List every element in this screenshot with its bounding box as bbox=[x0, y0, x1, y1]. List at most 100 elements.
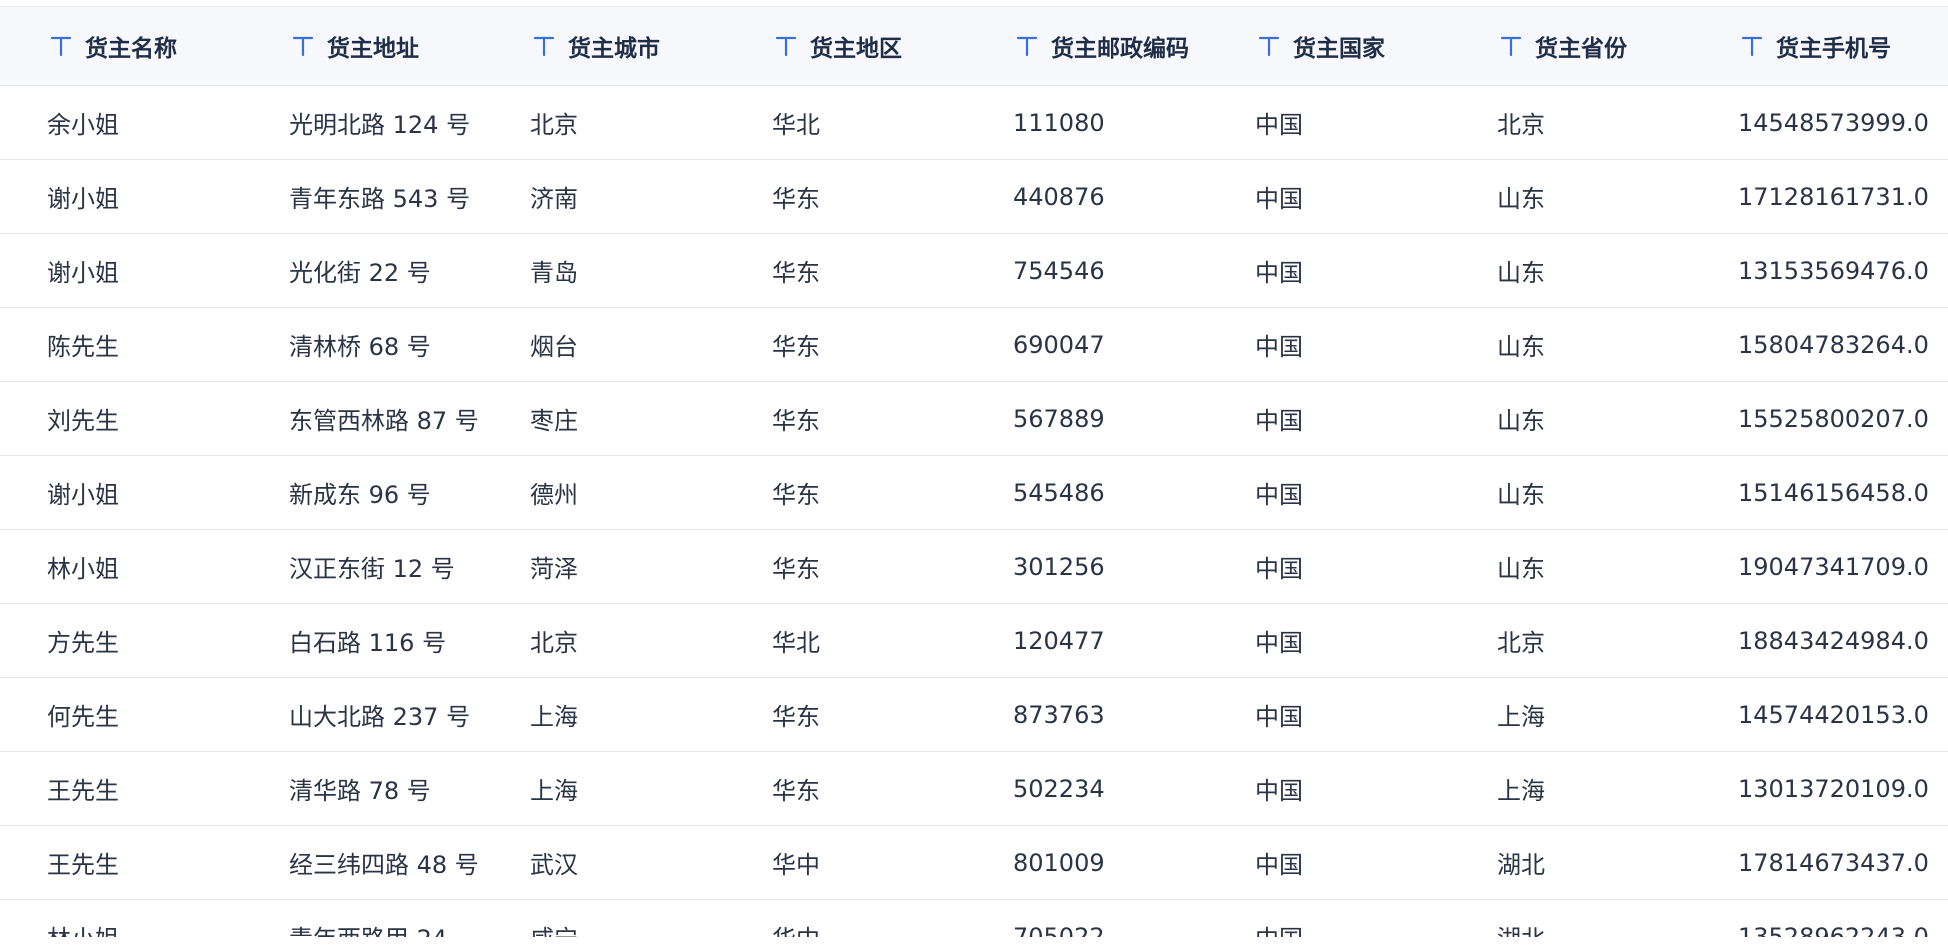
cell-shipper-name: 刘先生 bbox=[47, 407, 119, 435]
cell-shipper-country: 中国 bbox=[1255, 407, 1303, 435]
text-type-icon bbox=[1738, 32, 1766, 60]
cell-shipper-address: 白石路 116 号 bbox=[289, 629, 447, 657]
cell-shipper-city: 菏泽 bbox=[530, 555, 578, 583]
cell-shipper-region: 华中 bbox=[772, 851, 820, 879]
table-row[interactable]: 方先生 白石路 116 号 北京 华北 120477 中国 北京 18843424984.0 bbox=[0, 604, 1948, 678]
table-row[interactable]: 王先生 经三纬四路 48 号 武汉 华中 801009 中国 湖北 17814673437.0 bbox=[0, 826, 1948, 900]
cell-shipper-city: 德州 bbox=[530, 481, 578, 509]
cell-shipper-country: 中国 bbox=[1255, 555, 1303, 583]
cell-shipper-city: 济南 bbox=[530, 185, 578, 213]
cell-shipper-address: 清华路 78 号 bbox=[289, 777, 431, 805]
table-row[interactable]: 谢小姐 青年东路 543 号 济南 华东 440876 中国 山东 17128161731.0 bbox=[0, 160, 1948, 234]
table-row[interactable]: 余小姐 光明北路 124 号 北京 华北 111080 中国 北京 14548573999.0 bbox=[0, 86, 1948, 160]
cell-shipper-country: 中国 bbox=[1255, 333, 1303, 361]
cell-shipper-province: 北京 bbox=[1497, 111, 1545, 139]
cell-shipper-country: 中国 bbox=[1255, 851, 1303, 879]
cell-shipper-name: 王先生 bbox=[47, 851, 119, 879]
table-row[interactable]: 陈先生 清林桥 68 号 烟台 华东 690047 中国 山东 15804783264.0 bbox=[0, 308, 1948, 382]
cell-shipper-name: 林小姐 bbox=[47, 555, 119, 583]
cell-shipper-phone: 13013720109.0 bbox=[1738, 774, 1929, 803]
table-row[interactable]: 何先生 山大北路 237 号 上海 华东 873763 中国 上海 14574420153.0 bbox=[0, 678, 1948, 752]
table-header-row: 货主名称 货主地址 货主城市 货主地区 货主邮政编码 货主国家 货主省份 货主手… bbox=[0, 7, 1948, 86]
cell-shipper-city: 青岛 bbox=[530, 259, 578, 287]
cell-shipper-city: 武汉 bbox=[530, 851, 578, 879]
cell-shipper-province: 山东 bbox=[1497, 333, 1545, 361]
cell-shipper-postal-code: 801009 bbox=[1013, 848, 1105, 877]
column-header-label: 货主地址 bbox=[327, 36, 419, 62]
cell-shipper-region: 华北 bbox=[772, 629, 820, 657]
cell-shipper-phone: 17128161731.0 bbox=[1738, 182, 1929, 211]
cell-shipper-province: 山东 bbox=[1497, 481, 1545, 509]
cell-shipper-city: 上海 bbox=[530, 703, 578, 731]
text-type-icon bbox=[1497, 32, 1525, 60]
cell-shipper-name: 何先生 bbox=[47, 703, 119, 731]
cell-shipper-address: 新成东 96 号 bbox=[289, 481, 431, 509]
cell-shipper-address: 清林桥 68 号 bbox=[289, 333, 431, 361]
cell-shipper-address: 东管西林路 87 号 bbox=[289, 407, 479, 435]
cell-shipper-address: 光明北路 124 号 bbox=[289, 111, 471, 139]
cell-shipper-province: 上海 bbox=[1497, 703, 1545, 731]
cell-shipper-name: 谢小姐 bbox=[47, 259, 119, 287]
cell-shipper-region: 华东 bbox=[772, 777, 820, 805]
cell-shipper-phone: 14548573999.0 bbox=[1738, 108, 1929, 137]
column-header-label: 货主手机号 bbox=[1776, 36, 1891, 62]
cell-shipper-province: 山东 bbox=[1497, 555, 1545, 583]
cell-shipper-province: 上海 bbox=[1497, 777, 1545, 805]
cell-shipper-country: 中国 bbox=[1255, 629, 1303, 657]
cell-shipper-city: 咸宁 bbox=[530, 900, 578, 937]
cell-shipper-region: 华东 bbox=[772, 407, 820, 435]
column-header-shipper-postal-code[interactable]: 货主邮政编码 bbox=[1013, 7, 1189, 85]
cell-shipper-city: 上海 bbox=[530, 777, 578, 805]
cell-shipper-phone: 14574420153.0 bbox=[1738, 700, 1929, 729]
cell-shipper-address: 经三纬四路 48 号 bbox=[289, 851, 479, 879]
cell-shipper-country: 中国 bbox=[1255, 777, 1303, 805]
column-header-shipper-address[interactable]: 货主地址 bbox=[289, 7, 419, 85]
cell-shipper-country: 中国 bbox=[1255, 703, 1303, 731]
cell-shipper-country: 中国 bbox=[1255, 185, 1303, 213]
cell-shipper-address: 汉正东街 12 号 bbox=[289, 555, 455, 583]
cell-shipper-name: 余小姐 bbox=[47, 111, 119, 139]
table-row[interactable]: 谢小姐 光化街 22 号 青岛 华东 754546 中国 山东 13153569476.0 bbox=[0, 234, 1948, 308]
cell-shipper-postal-code: 567889 bbox=[1013, 404, 1105, 433]
text-type-icon bbox=[289, 32, 317, 60]
column-header-shipper-name[interactable]: 货主名称 bbox=[47, 7, 177, 85]
data-table: 货主名称 货主地址 货主城市 货主地区 货主邮政编码 货主国家 货主省份 货主手… bbox=[0, 0, 1948, 937]
cell-shipper-phone: 13153569476.0 bbox=[1738, 256, 1929, 285]
column-header-shipper-city[interactable]: 货主城市 bbox=[530, 7, 660, 85]
table-row[interactable]: 林小姐 汉正东街 12 号 菏泽 华东 301256 中国 山东 19047341709.0 bbox=[0, 530, 1948, 604]
table-row[interactable]: 林小姐 青年西路甲 24 咸宁 华中 705022 中国 湖北 13528962243.0 bbox=[0, 900, 1948, 937]
column-header-label: 货主邮政编码 bbox=[1051, 36, 1189, 62]
table-row[interactable]: 王先生 清华路 78 号 上海 华东 502234 中国 上海 13013720109.0 bbox=[0, 752, 1948, 826]
cell-shipper-region: 华北 bbox=[772, 111, 820, 139]
text-type-icon bbox=[1013, 32, 1041, 60]
cell-shipper-phone: 15146156458.0 bbox=[1738, 478, 1929, 507]
cell-shipper-country: 中国 bbox=[1255, 481, 1303, 509]
column-header-label: 货主地区 bbox=[810, 36, 902, 62]
cell-shipper-country: 中国 bbox=[1255, 259, 1303, 287]
cell-shipper-phone: 18843424984.0 bbox=[1738, 626, 1929, 655]
column-header-label: 货主名称 bbox=[85, 36, 177, 62]
cell-shipper-phone: 15525800207.0 bbox=[1738, 404, 1929, 433]
column-header-label: 货主省份 bbox=[1535, 36, 1627, 62]
cell-shipper-phone: 15804783264.0 bbox=[1738, 330, 1929, 359]
cell-shipper-country: 中国 bbox=[1255, 111, 1303, 139]
cell-shipper-region: 华东 bbox=[772, 259, 820, 287]
cell-shipper-region: 华东 bbox=[772, 333, 820, 361]
cell-shipper-postal-code: 545486 bbox=[1013, 478, 1105, 507]
cell-shipper-city: 北京 bbox=[530, 629, 578, 657]
table-row[interactable]: 谢小姐 新成东 96 号 德州 华东 545486 中国 山东 15146156458.0 bbox=[0, 456, 1948, 530]
cell-shipper-region: 华东 bbox=[772, 555, 820, 583]
cell-shipper-postal-code: 440876 bbox=[1013, 182, 1105, 211]
text-type-icon bbox=[530, 32, 558, 60]
column-header-shipper-country[interactable]: 货主国家 bbox=[1255, 7, 1385, 85]
cell-shipper-city: 烟台 bbox=[530, 333, 578, 361]
column-header-shipper-province[interactable]: 货主省份 bbox=[1497, 7, 1627, 85]
cell-shipper-phone: 19047341709.0 bbox=[1738, 552, 1929, 581]
cell-shipper-province: 北京 bbox=[1497, 629, 1545, 657]
column-header-label: 货主城市 bbox=[568, 36, 660, 62]
cell-shipper-address: 光化街 22 号 bbox=[289, 259, 431, 287]
cell-shipper-city: 北京 bbox=[530, 111, 578, 139]
column-header-shipper-phone[interactable]: 货主手机号 bbox=[1738, 7, 1891, 85]
table-row[interactable]: 刘先生 东管西林路 87 号 枣庄 华东 567889 中国 山东 15525800207.0 bbox=[0, 382, 1948, 456]
column-header-shipper-region[interactable]: 货主地区 bbox=[772, 7, 902, 85]
